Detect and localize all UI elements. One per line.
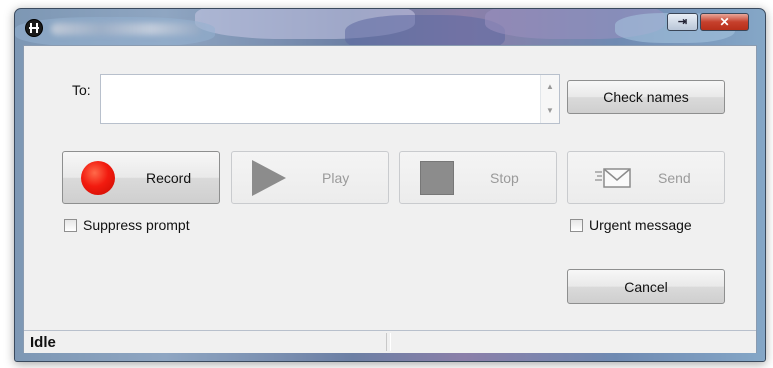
send-label: Send bbox=[658, 169, 691, 186]
to-scrollbar[interactable]: ▲ ▼ bbox=[540, 75, 559, 123]
scroll-up-icon[interactable]: ▲ bbox=[541, 75, 559, 99]
check-names-button[interactable]: Check names bbox=[567, 80, 725, 114]
close-icon: ✕ bbox=[719, 15, 730, 29]
to-input[interactable] bbox=[103, 77, 537, 123]
play-icon bbox=[252, 160, 286, 196]
voice-message-window: ⇥ ✕ To: ▲ ▼ Check names Record Play Stop… bbox=[14, 8, 766, 362]
stop-icon bbox=[420, 161, 454, 195]
check-names-label: Check names bbox=[603, 89, 689, 105]
urgent-message-label[interactable]: Urgent message bbox=[589, 217, 692, 233]
urgent-message-checkbox[interactable] bbox=[570, 219, 583, 232]
phone-icon[interactable] bbox=[25, 19, 43, 37]
to-label: To: bbox=[72, 82, 91, 98]
send-button[interactable]: Send bbox=[567, 151, 725, 204]
cancel-button[interactable]: Cancel bbox=[567, 269, 725, 304]
restore-button[interactable]: ⇥ bbox=[667, 13, 698, 31]
to-field[interactable]: ▲ ▼ bbox=[100, 74, 560, 124]
close-button[interactable]: ✕ bbox=[700, 13, 749, 31]
stop-label: Stop bbox=[490, 169, 519, 186]
play-label: Play bbox=[322, 169, 350, 186]
envelope-icon bbox=[595, 168, 631, 188]
window-title-blurred bbox=[51, 23, 201, 35]
status-pane-right bbox=[390, 333, 753, 351]
status-pane-left: Idle bbox=[26, 333, 387, 351]
suppress-prompt-label[interactable]: Suppress prompt bbox=[83, 217, 190, 233]
restore-icon: ⇥ bbox=[677, 16, 688, 28]
record-label: Record bbox=[146, 169, 192, 186]
record-button[interactable]: Record bbox=[62, 151, 220, 204]
scroll-down-icon[interactable]: ▼ bbox=[541, 99, 559, 123]
dialog-client-area: To: ▲ ▼ Check names Record Play Stop Sen… bbox=[23, 45, 757, 353]
record-icon bbox=[81, 161, 115, 195]
play-button[interactable]: Play bbox=[231, 151, 389, 204]
status-text: Idle bbox=[30, 334, 56, 351]
cancel-label: Cancel bbox=[624, 278, 668, 295]
suppress-prompt-checkbox[interactable] bbox=[64, 219, 77, 232]
status-bar: Idle bbox=[24, 330, 756, 353]
stop-button[interactable]: Stop bbox=[399, 151, 557, 204]
